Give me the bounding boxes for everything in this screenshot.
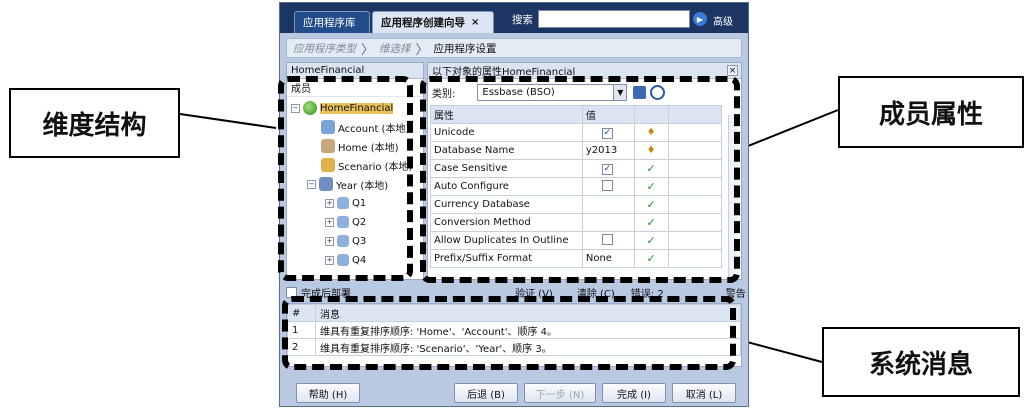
breadcrumb-step-app-type[interactable]: 应用程序类型: [293, 41, 356, 56]
breadcrumb-step-app-settings: 应用程序设置: [433, 42, 497, 55]
next-button[interactable]: 下一步 (N): [524, 383, 596, 403]
highlight-system-messages: [282, 296, 736, 370]
advanced-search-link[interactable]: 高级: [713, 13, 733, 28]
breadcrumb-step-dimension-select[interactable]: 维选择: [379, 41, 411, 56]
cancel-button[interactable]: 取消 (L): [672, 383, 736, 403]
callout-dimension-structure: 维度结构: [9, 88, 180, 158]
highlight-member-properties: [420, 76, 740, 283]
search-label: 搜索: [512, 14, 533, 26]
chevron-right-icon: 〉: [415, 42, 429, 58]
tab-label: 应用程序库: [303, 17, 356, 29]
callout-system-messages: 系统消息: [822, 327, 1020, 397]
wizard-footer: 帮助 (H) 后退 (B) 下一步 (N) 完成 (I) 取消 (L): [280, 379, 748, 405]
search-input[interactable]: [538, 10, 690, 28]
advanced-search-icon[interactable]: ▶: [693, 12, 707, 26]
highlight-dimension-structure: [278, 76, 413, 281]
tab-bar: 应用程序库 应用程序创建向导 × 搜索 ▶ 高级: [280, 3, 748, 33]
finish-button[interactable]: 完成 (I): [602, 383, 666, 403]
leader-properties: [737, 109, 839, 151]
chevron-right-icon: 〉: [361, 42, 375, 58]
back-button[interactable]: 后退 (B): [454, 383, 518, 403]
callout-member-properties: 成员属性: [838, 76, 1024, 148]
tab-application-library[interactable]: 应用程序库: [294, 11, 370, 33]
close-icon[interactable]: ×: [727, 65, 738, 76]
close-icon[interactable]: ×: [471, 17, 479, 28]
leader-dimension: [179, 113, 277, 129]
tab-application-wizard[interactable]: 应用程序创建向导 ×: [372, 11, 494, 33]
help-button[interactable]: 帮助 (H): [296, 383, 360, 403]
breadcrumb: 应用程序类型 〉 维选择 〉 应用程序设置: [286, 38, 742, 58]
tab-label: 应用程序创建向导: [381, 17, 465, 29]
